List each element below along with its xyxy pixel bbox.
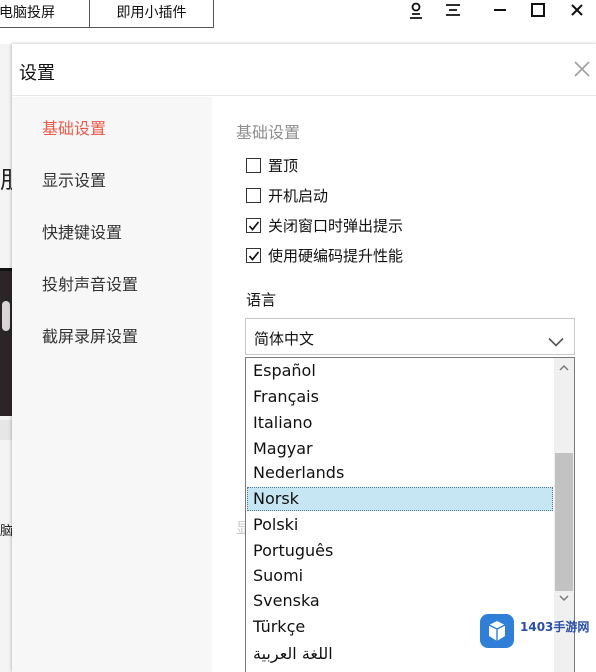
watermark-text: 1403手游网 (520, 620, 590, 634)
checkbox-row-hardware-encoding[interactable]: 使用硬编码提升性能 (246, 245, 403, 265)
language-option[interactable]: Français (247, 385, 553, 409)
checkmark-icon (248, 220, 260, 231)
dialog-title: 设置 (19, 63, 55, 84)
language-option[interactable]: Nederlands (247, 461, 553, 485)
checkbox-row-always-on-top[interactable]: 置顶 (246, 155, 298, 175)
language-label: 语言 (246, 291, 277, 309)
checkbox-label: 置顶 (268, 156, 299, 175)
language-option-highlighted[interactable]: Norsk (247, 487, 553, 511)
checkbox-close-prompt[interactable] (246, 217, 261, 233)
nav-item-audio-settings[interactable]: 投射声音设置 (42, 271, 138, 295)
language-select-value: 简体中文 (254, 330, 315, 348)
language-option[interactable]: Italiano (247, 411, 553, 435)
language-option[interactable]: Polski (247, 513, 553, 537)
maximize-icon[interactable] (526, 0, 550, 22)
watermark: 1403手游网 (478, 612, 596, 652)
app-topbar: 电脑投屏 即用小插件 (0, 0, 596, 30)
checkbox-row-close-prompt[interactable]: 关闭窗口时弹出提示 (246, 215, 403, 235)
settings-nav: 基础设置 显示设置 快捷键设置 投射声音设置 截屏录屏设置 (12, 97, 212, 672)
checkbox-row-launch-at-startup[interactable]: 开机启动 (246, 185, 328, 205)
scroll-down-arrow-icon[interactable] (554, 588, 574, 608)
checkbox-always-on-top[interactable] (246, 157, 261, 173)
chevron-down-icon (548, 332, 564, 351)
dialog-header: 设置 (12, 44, 596, 96)
tab-plugin[interactable]: 即用小插件 (89, 0, 214, 28)
language-select[interactable]: 简体中文 (245, 318, 575, 355)
checkbox-launch-at-startup[interactable] (246, 187, 261, 203)
scroll-up-arrow-icon[interactable] (554, 358, 574, 378)
checkbox-label: 使用硬编码提升性能 (268, 246, 404, 265)
language-option[interactable]: Magyar (247, 437, 553, 461)
checkbox-hardware-encoding[interactable] (246, 247, 261, 263)
checkbox-label: 开机启动 (268, 186, 329, 205)
section-title: 基础设置 (236, 123, 301, 142)
language-option[interactable]: Português (247, 539, 553, 563)
checkbox-label: 关闭窗口时弹出提示 (268, 216, 404, 235)
language-option[interactable]: Svenska (247, 589, 553, 613)
nav-item-display-settings[interactable]: 显示设置 (42, 167, 106, 191)
watermark-logo-icon (480, 614, 514, 648)
nav-item-capture-settings[interactable]: 截屏录屏设置 (42, 323, 138, 347)
nav-item-basic-settings[interactable]: 基础设置 (42, 115, 106, 139)
checkmark-icon (248, 250, 260, 261)
close-icon[interactable] (565, 0, 589, 22)
scroll-thumb[interactable] (555, 453, 573, 591)
language-option[interactable]: Suomi (247, 564, 553, 588)
user-icon[interactable] (404, 0, 428, 22)
dialog-close-icon[interactable] (572, 59, 592, 79)
language-option[interactable]: Español (247, 359, 553, 383)
nav-item-hotkey-settings[interactable]: 快捷键设置 (42, 219, 122, 243)
minimize-icon[interactable] (488, 0, 512, 22)
tab-screen-cast[interactable]: 电脑投屏 (0, 0, 90, 28)
menu-icon[interactable] (441, 0, 465, 22)
